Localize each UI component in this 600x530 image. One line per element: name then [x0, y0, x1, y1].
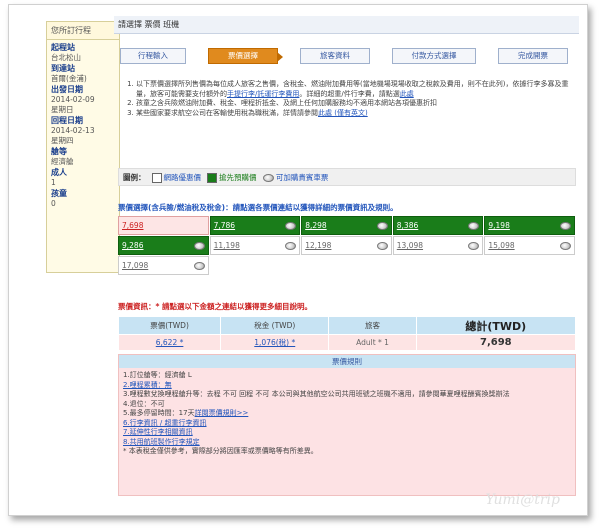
codeshare-baggage-link[interactable]: 8.共用航班製作行李規定: [123, 438, 200, 446]
progress-steps: 行程輸入 票價選擇 旅客資料 付款方式選擇 完成開票: [114, 48, 579, 64]
col-fare: 票價(TWD): [117, 316, 222, 335]
fare-cell[interactable]: 7,786: [209, 216, 301, 235]
total-amount: 7,698: [415, 334, 577, 351]
fare-cell[interactable]: 11,198: [209, 236, 301, 255]
baggage-fee-link[interactable]: 手提行李/託運行李費用: [227, 90, 299, 98]
passenger-count: Adult * 1: [328, 334, 417, 351]
rule-line: 3.哩程數兌換哩程艙升等：去程 不可 回程 不可 本公司與其他航空公司共用班號之…: [123, 390, 510, 398]
coin-icon: [468, 221, 480, 230]
legend-label: 圖例：: [123, 172, 146, 182]
tax-link[interactable]: 1,076(稅) *: [254, 338, 295, 347]
coin-icon: [262, 173, 274, 182]
fare-cell[interactable]: 9,198: [484, 216, 575, 235]
note-2: 孩童之含兵險燃油附加費、稅金、哩程折抵金、及網上任何加購服務均不適用本網站各項優…: [136, 99, 574, 109]
coin-icon: [559, 241, 571, 250]
step-itinerary[interactable]: 行程輸入: [120, 48, 186, 64]
here-link[interactable]: 此處: [400, 90, 414, 98]
rule-line: 4.退位：不可: [123, 399, 165, 408]
rule-line: 1.訂位艙等：經濟艙 L: [123, 371, 192, 379]
sidebar-header: 您所訂行程: [47, 22, 119, 40]
table-row: 6,622 * 1,076(稅) * Adult * 1 7,698: [117, 334, 577, 351]
coin-icon: [376, 221, 388, 230]
fare-rules-panel: 票價規則 1.訂位艙等：經濟艙 L 2.哩程累積：無 3.哩程數兌換哩程艙升等：…: [118, 354, 576, 496]
baggage-info-link[interactable]: 6.行李資訊 / 超重行李資訊: [123, 419, 207, 427]
step-fare-select[interactable]: 票價選擇: [208, 48, 283, 64]
legend-bar: 圖例： 網路優惠價 搶先預購價 可加購貴賓車票: [118, 168, 576, 186]
note-3: 某些國家要求航空公司在客輸使用稅為職稅滿，詳情請參閱此處 (僅有英文): [136, 109, 574, 119]
col-tax: 稅金 (TWD): [220, 316, 330, 335]
english-link[interactable]: 此處 (僅有英文): [318, 109, 368, 117]
col-passenger: 旅客: [328, 316, 417, 335]
main-panel: 請選擇 票價 班機 行程輸入 票價選擇 旅客資料 付款方式選擇 完成開票 以下票…: [114, 16, 579, 506]
coin-icon: [468, 241, 480, 250]
col-total: 總計(TWD): [415, 316, 577, 335]
fare-summary-table: 票價(TWD) 稅金 (TWD) 旅客 總計(TWD) 6,622 * 1,07…: [117, 316, 577, 351]
itinerary-sidebar: 您所訂行程 起程站 台北松山 到達站 首爾(金浦) 出發日期 2014-02-0…: [46, 21, 120, 273]
page-title: 請選擇 票價 班機: [114, 16, 579, 34]
note-1: 以下票價選擇所列售價為每位成人旅客之售價，含稅金、燃油附加費用等(當地機場現場收…: [136, 80, 574, 99]
step-ticketing[interactable]: 完成開票: [498, 48, 568, 64]
fare-rules-link[interactable]: 詳閱票價規則>>: [195, 409, 249, 417]
notes-list: 以下票價選擇所列售價為每位成人旅客之售價，含稅金、燃油附加費用等(當地機場現場收…: [124, 80, 574, 118]
fare-cell[interactable]: 17,098: [118, 256, 209, 275]
step-passenger[interactable]: 旅客資料: [300, 48, 370, 64]
rule-footnote: * 本表稅金僅供參考，實際部分將因匯率或票價略等有所差異。: [123, 447, 318, 455]
coin-icon: [194, 261, 205, 270]
fare-cell[interactable]: 12,198: [301, 236, 392, 255]
fare-cell[interactable]: 15,098: [484, 236, 575, 255]
step-payment[interactable]: 付款方式選擇: [392, 48, 476, 64]
fare-cell[interactable]: 8,298: [301, 216, 392, 235]
extended-baggage-link[interactable]: 7.延伸性行李相關資訊: [123, 428, 193, 436]
watermark: Yumi@trip: [485, 492, 560, 508]
rules-title: 票價規則: [119, 355, 575, 368]
coin-icon: [559, 221, 571, 230]
table-header-row: 票價(TWD) 稅金 (TWD) 旅客 總計(TWD): [117, 316, 577, 335]
fares-heading: 票價選擇(含兵險/燃油稅及稅金)：請點選各票價連結以獲得詳細的票價資訊及規則。: [118, 203, 398, 212]
sidebar-origin: 起程站 台北松山 到達站 首爾(金浦) 出發日期 2014-02-09 星期日 …: [51, 43, 95, 208]
swatch-white: [151, 172, 162, 183]
fare-grid: 7,698 7,786 8,298 8,386 9,198 9,286 11,1…: [118, 216, 576, 276]
coin-icon: [285, 241, 297, 250]
fare-link[interactable]: 6,622 *: [156, 338, 184, 347]
coin-icon: [193, 241, 205, 250]
coin-icon: [285, 221, 297, 230]
fare-cell[interactable]: 8,386: [392, 216, 484, 235]
fare-info-heading: 票價資訊：* 請點選以下金額之連結以獲得更多細目說明。: [118, 302, 313, 311]
fare-cell[interactable]: 13,098: [392, 236, 484, 255]
fare-cell[interactable]: 7,698: [118, 216, 209, 235]
coin-icon: [376, 241, 388, 250]
arrow-icon: [277, 52, 283, 62]
swatch-green: [207, 172, 217, 183]
mileage-link[interactable]: 2.哩程累積：無: [123, 381, 172, 389]
fare-cell[interactable]: 9,286: [118, 236, 209, 255]
